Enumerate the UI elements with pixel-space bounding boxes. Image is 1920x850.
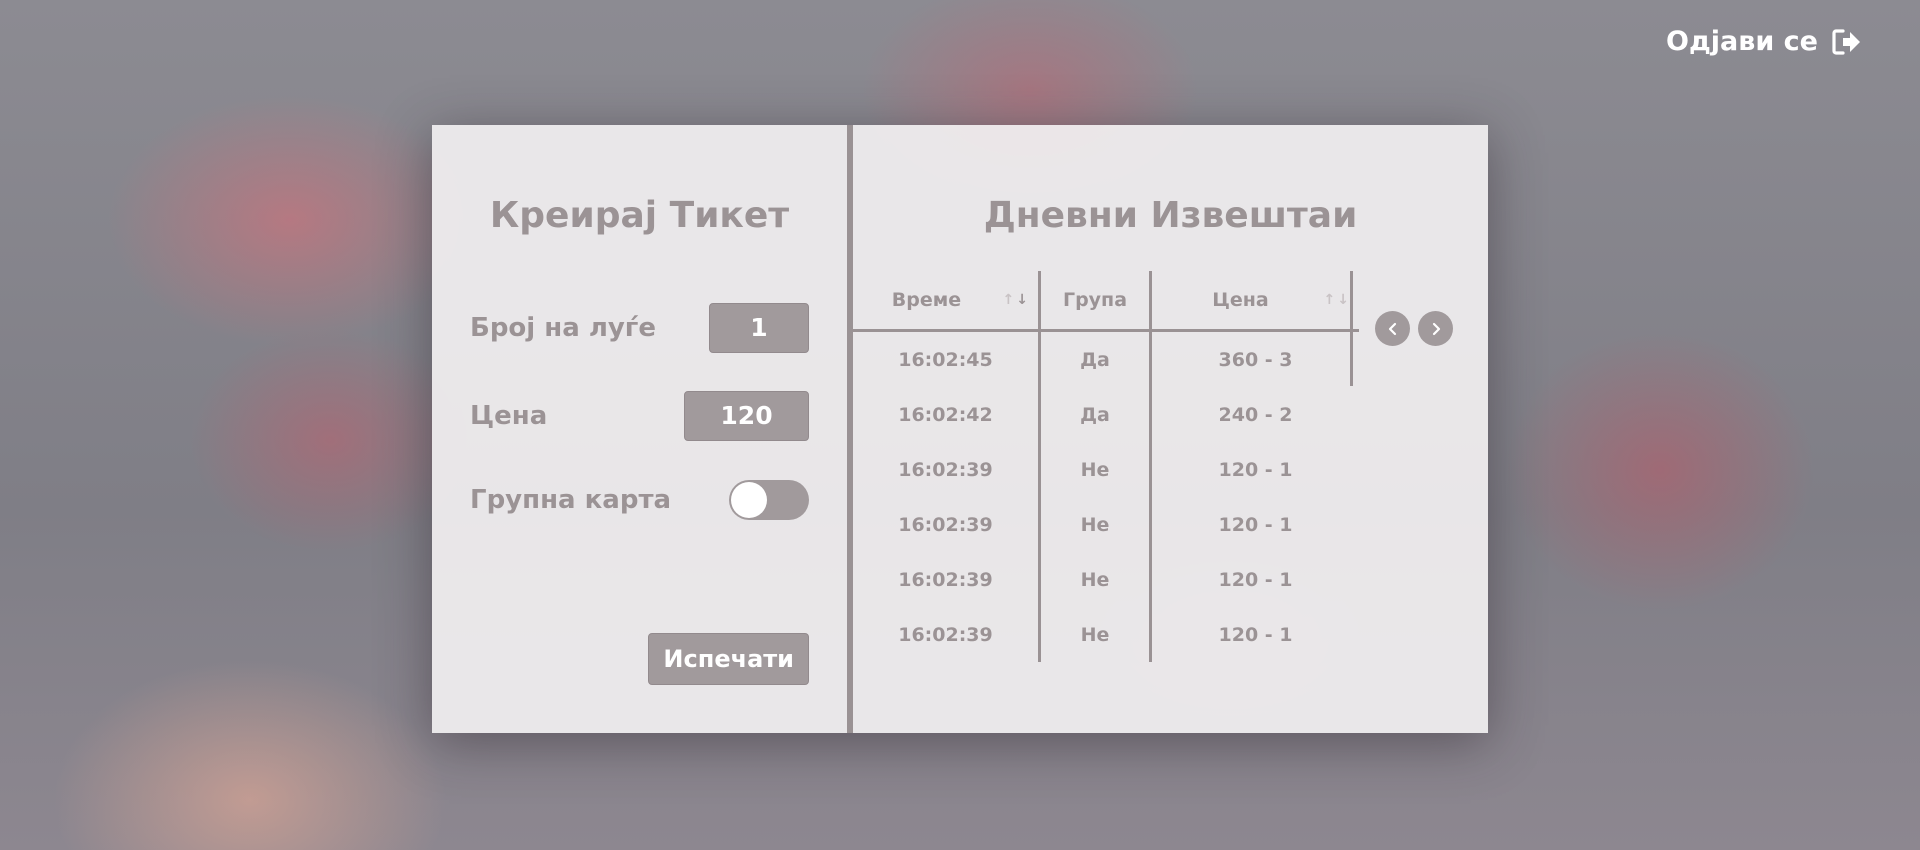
daily-reports-panel: Дневни Извештаи Време ↑ ↓ Група Цена ↑ ↓… <box>853 125 1488 733</box>
cell-time: 16:02:39 <box>898 623 993 646</box>
price-label: Цена <box>470 401 548 431</box>
group-ticket-toggle[interactable] <box>729 480 809 520</box>
cell-price: 360 - 3 <box>1218 348 1293 371</box>
cell-group: Не <box>1038 552 1152 607</box>
create-ticket-title: Креирај Тикет <box>489 195 790 236</box>
table-right-border <box>1350 271 1353 386</box>
logout-label: Одјави се <box>1666 26 1818 57</box>
cell-price: 120 - 1 <box>1218 513 1293 536</box>
chevron-right-icon <box>1432 322 1440 335</box>
cell-time: 16:02:39 <box>898 568 993 591</box>
chevron-left-icon <box>1388 322 1396 335</box>
cell-group: Не <box>1038 442 1152 497</box>
column-header-label: Група <box>1062 289 1128 311</box>
cell-time: 16:02:45 <box>898 348 993 371</box>
cell-group: Да <box>1038 387 1152 442</box>
next-page-button[interactable] <box>1418 311 1453 346</box>
group-row: Групна карта <box>470 480 809 520</box>
column-header-label: Време <box>891 289 962 311</box>
cell-group: Не <box>1038 497 1152 552</box>
cell-group: Да <box>1038 330 1152 387</box>
create-ticket-panel: Креирај Тикет Број на луѓе 1 Цена 120 Гр… <box>432 125 853 733</box>
people-row: Број на луѓе 1 <box>470 303 809 353</box>
table-row: 16:02:45 Да 360 - 3 <box>853 330 1359 387</box>
toggle-knob <box>731 482 767 518</box>
cell-price: 240 - 2 <box>1218 403 1293 426</box>
cell-time: 16:02:42 <box>898 403 993 426</box>
group-ticket-label: Групна карта <box>470 485 672 515</box>
price-row: Цена 120 <box>470 391 809 441</box>
people-input[interactable]: 1 <box>709 303 809 353</box>
people-label: Број на луѓе <box>470 313 657 343</box>
table-header-row: Време ↑ ↓ Група Цена ↑ ↓ <box>853 271 1359 332</box>
main-card: Креирај Тикет Број на луѓе 1 Цена 120 Гр… <box>432 125 1488 733</box>
cell-group: Не <box>1038 607 1152 662</box>
daily-reports-title: Дневни Извештаи <box>983 195 1358 236</box>
print-button[interactable]: Испечати <box>648 633 809 685</box>
sort-icon: ↑ ↓ <box>1323 292 1349 308</box>
column-header-label: Цена <box>1212 289 1269 311</box>
table-row: 16:02:39 Не 120 - 1 <box>853 607 1359 662</box>
column-header-group[interactable]: Група <box>1038 271 1152 332</box>
logout-button[interactable]: Одјави се <box>1666 26 1862 57</box>
pagination <box>1375 311 1453 346</box>
cell-price: 120 - 1 <box>1218 568 1293 591</box>
cell-price: 120 - 1 <box>1218 458 1293 481</box>
prev-page-button[interactable] <box>1375 311 1410 346</box>
report-table: Време ↑ ↓ Група Цена ↑ ↓ 16:02:45 Да 360… <box>853 271 1359 662</box>
table-row: 16:02:39 Не 120 - 1 <box>853 552 1359 607</box>
column-header-time[interactable]: Време ↑ ↓ <box>853 271 1040 332</box>
sort-icon: ↑ ↓ <box>1002 292 1028 308</box>
cell-time: 16:02:39 <box>898 513 993 536</box>
sign-out-icon <box>1832 28 1860 55</box>
table-row: 16:02:39 Не 120 - 1 <box>853 442 1359 497</box>
column-header-price[interactable]: Цена ↑ ↓ <box>1150 271 1359 332</box>
table-row: 16:02:39 Не 120 - 1 <box>853 497 1359 552</box>
price-input[interactable]: 120 <box>684 391 809 441</box>
table-row: 16:02:42 Да 240 - 2 <box>853 387 1359 442</box>
cell-price: 120 - 1 <box>1218 623 1293 646</box>
cell-time: 16:02:39 <box>898 458 993 481</box>
